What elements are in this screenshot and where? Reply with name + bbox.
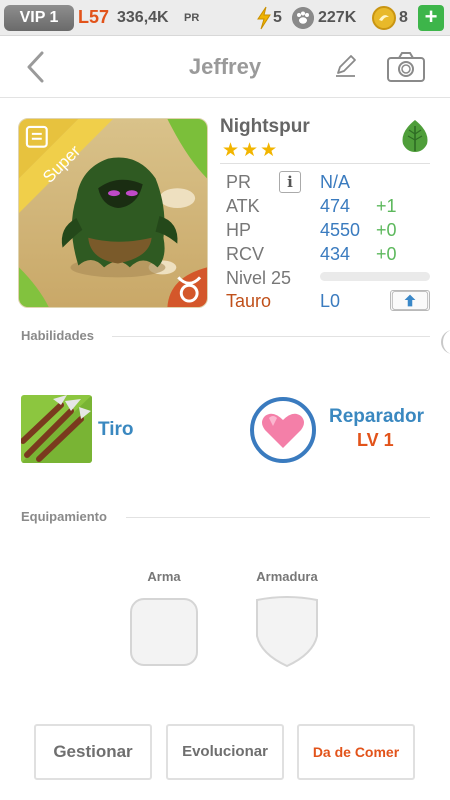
energy-icon [257,6,271,30]
evolve-button[interactable]: Evolucionar [166,724,284,780]
stat-label-hp: HP [226,220,252,240]
weapon-slot[interactable] [130,598,198,666]
status-bar: VIP 1 L57 336,4K PR 5 227K 8 + [0,0,450,36]
stat-bonus-atk: +1 [376,196,397,216]
rarity-stars: ★★★ [222,140,280,161]
stat-bonus-rcv: +0 [376,244,397,264]
stat-value-pr: N/A [320,172,351,192]
monster-portrait[interactable]: Super [18,118,208,308]
coin-count: 8 [399,9,408,26]
upgrade-arrow-icon[interactable] [390,290,430,311]
vip-badge[interactable]: VIP 1 [4,5,74,31]
stat-value-hp: 4550 [320,220,361,240]
page-title: Jeffrey [188,54,262,79]
player-pr: 336,4K [117,9,169,26]
feed-button[interactable]: Da de Comer [297,724,415,780]
arrows-skill-icon[interactable] [21,395,92,463]
coin-icon [372,6,396,30]
xp-progress-bar [320,272,430,281]
heart-skill-icon[interactable] [249,396,317,464]
info-icon[interactable]: i [279,171,301,193]
armor-label: Armadura [256,569,318,584]
side-scroll-handle[interactable] [441,330,450,354]
camera-icon[interactable] [386,51,426,83]
stats-divider [220,163,430,164]
stat-bonus-hp: +0 [376,220,397,240]
active-skill-name[interactable]: Tiro [98,419,134,441]
equipment-divider [126,517,430,518]
paw-count: 227K [318,9,357,26]
page-header: Jeffrey [0,36,450,98]
monster-level: Nivel 25 [226,268,292,288]
stat-value-atk: 474 [320,196,351,216]
zodiac-sign: Tauro [226,291,272,311]
passive-skill-name[interactable]: Reparador [329,406,424,428]
stat-label-pr: PR [226,172,252,192]
stat-label-atk: ATK [226,196,260,216]
zodiac-level: L0 [320,291,341,311]
add-coins-button[interactable]: + [418,5,444,31]
skills-section-title: Habilidades [21,328,94,343]
equipment-section-title: Equipamiento [21,509,107,524]
skills-divider [112,336,430,337]
manage-button[interactable]: Gestionar [34,724,152,780]
armor-slot[interactable] [253,596,321,668]
monster-name: Nightspur [220,116,310,137]
paw-icon [292,7,314,29]
stat-value-rcv: 434 [320,244,351,264]
leaf-icon [402,120,428,152]
passive-skill-level: LV 1 [357,430,394,450]
weapon-label: Arma [147,569,181,584]
player-level: L57 [78,7,110,27]
energy-count: 5 [273,9,282,26]
edit-pencil-icon[interactable] [333,53,359,79]
stat-label-rcv: RCV [226,244,265,264]
pr-suffix: PR [184,12,200,24]
